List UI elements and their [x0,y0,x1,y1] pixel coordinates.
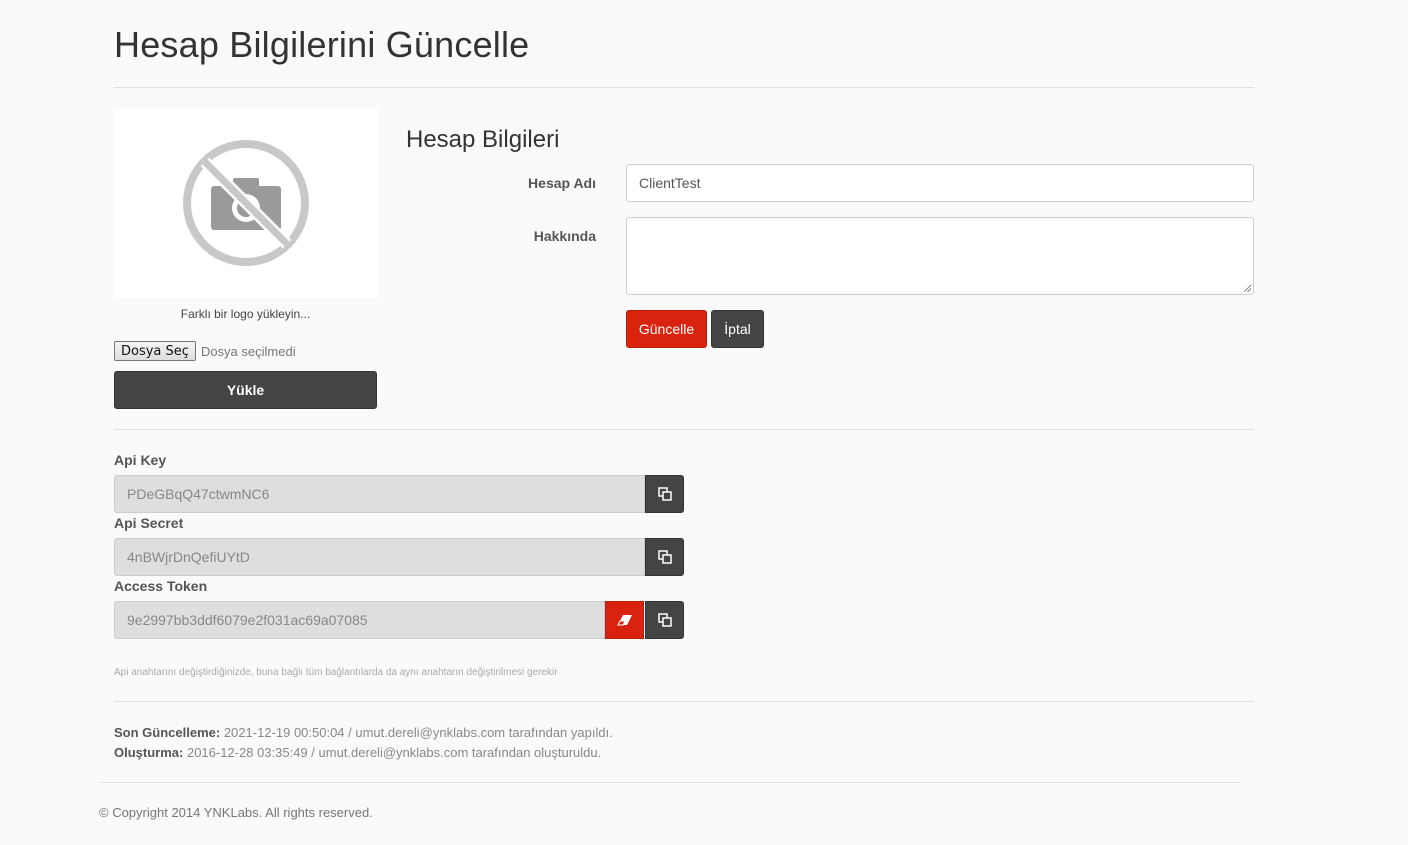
about-label: Hakkında [533,228,596,244]
last-updated-label: Son Güncelleme: [114,725,221,740]
file-input[interactable]: Dosya Seç Dosya seçilmedi [114,340,296,362]
logo-caption: Farklı bir logo yükleyin... [180,307,311,321]
upload-button[interactable]: Yükle [114,371,377,409]
created-value: 2016-12-28 03:35:49 / umut.dereli@ynklab… [186,745,602,760]
divider [114,429,1254,430]
copyright: © Copyright 2014 YNKLabs. All rights res… [99,805,373,820]
copy-icon [657,613,672,627]
api-secret-field[interactable]: 4nBWjrDnQefiUYtD [114,538,645,576]
section-title: Hesap Bilgileri [406,126,560,153]
copy-icon [657,487,672,501]
copy-icon [657,550,672,564]
api-key-label: Api Key [114,452,167,468]
page-title: Hesap Bilgilerini Güncelle [114,24,530,65]
last-updated: Son Güncelleme: 2021-12-19 00:50:04 / um… [114,725,613,740]
logo-preview [114,108,377,298]
api-secret-label: Api Secret [114,515,184,531]
reset-token-button[interactable] [605,601,644,639]
api-key-field[interactable]: PDeGBqQ47ctwmNC6 [114,475,645,513]
created-label: Oluşturma: [114,745,184,760]
access-token-field[interactable]: 9e2997bb3ddf6079e2f031ac69a07085 [114,601,605,639]
divider [100,782,1240,783]
divider [114,701,1254,702]
about-textarea[interactable] [626,217,1254,295]
account-name-label: Hesap Adı [528,175,596,191]
update-button[interactable]: Güncelle [626,310,707,348]
choose-file-button[interactable]: Dosya Seç [114,341,196,361]
created-info: Oluşturma: 2016-12-28 03:35:49 / umut.de… [114,745,601,760]
file-status: Dosya seçilmedi [200,343,296,359]
last-updated-value: 2021-12-19 00:50:04 / umut.dereli@ynklab… [223,725,613,740]
account-name-input[interactable]: ClientTest [626,164,1254,202]
no-photo-icon [182,140,309,266]
copy-api-secret-button[interactable] [645,538,684,576]
eraser-icon [616,615,632,626]
access-token-label: Access Token [114,578,208,594]
copy-api-key-button[interactable] [645,475,684,513]
api-note: Api anahtarını değiştirdiğinizde, buna b… [114,667,558,678]
resize-grip-icon[interactable] [1244,285,1251,292]
divider [114,87,1254,88]
cancel-button[interactable]: İptal [711,310,764,348]
copy-access-token-button[interactable] [645,601,684,639]
